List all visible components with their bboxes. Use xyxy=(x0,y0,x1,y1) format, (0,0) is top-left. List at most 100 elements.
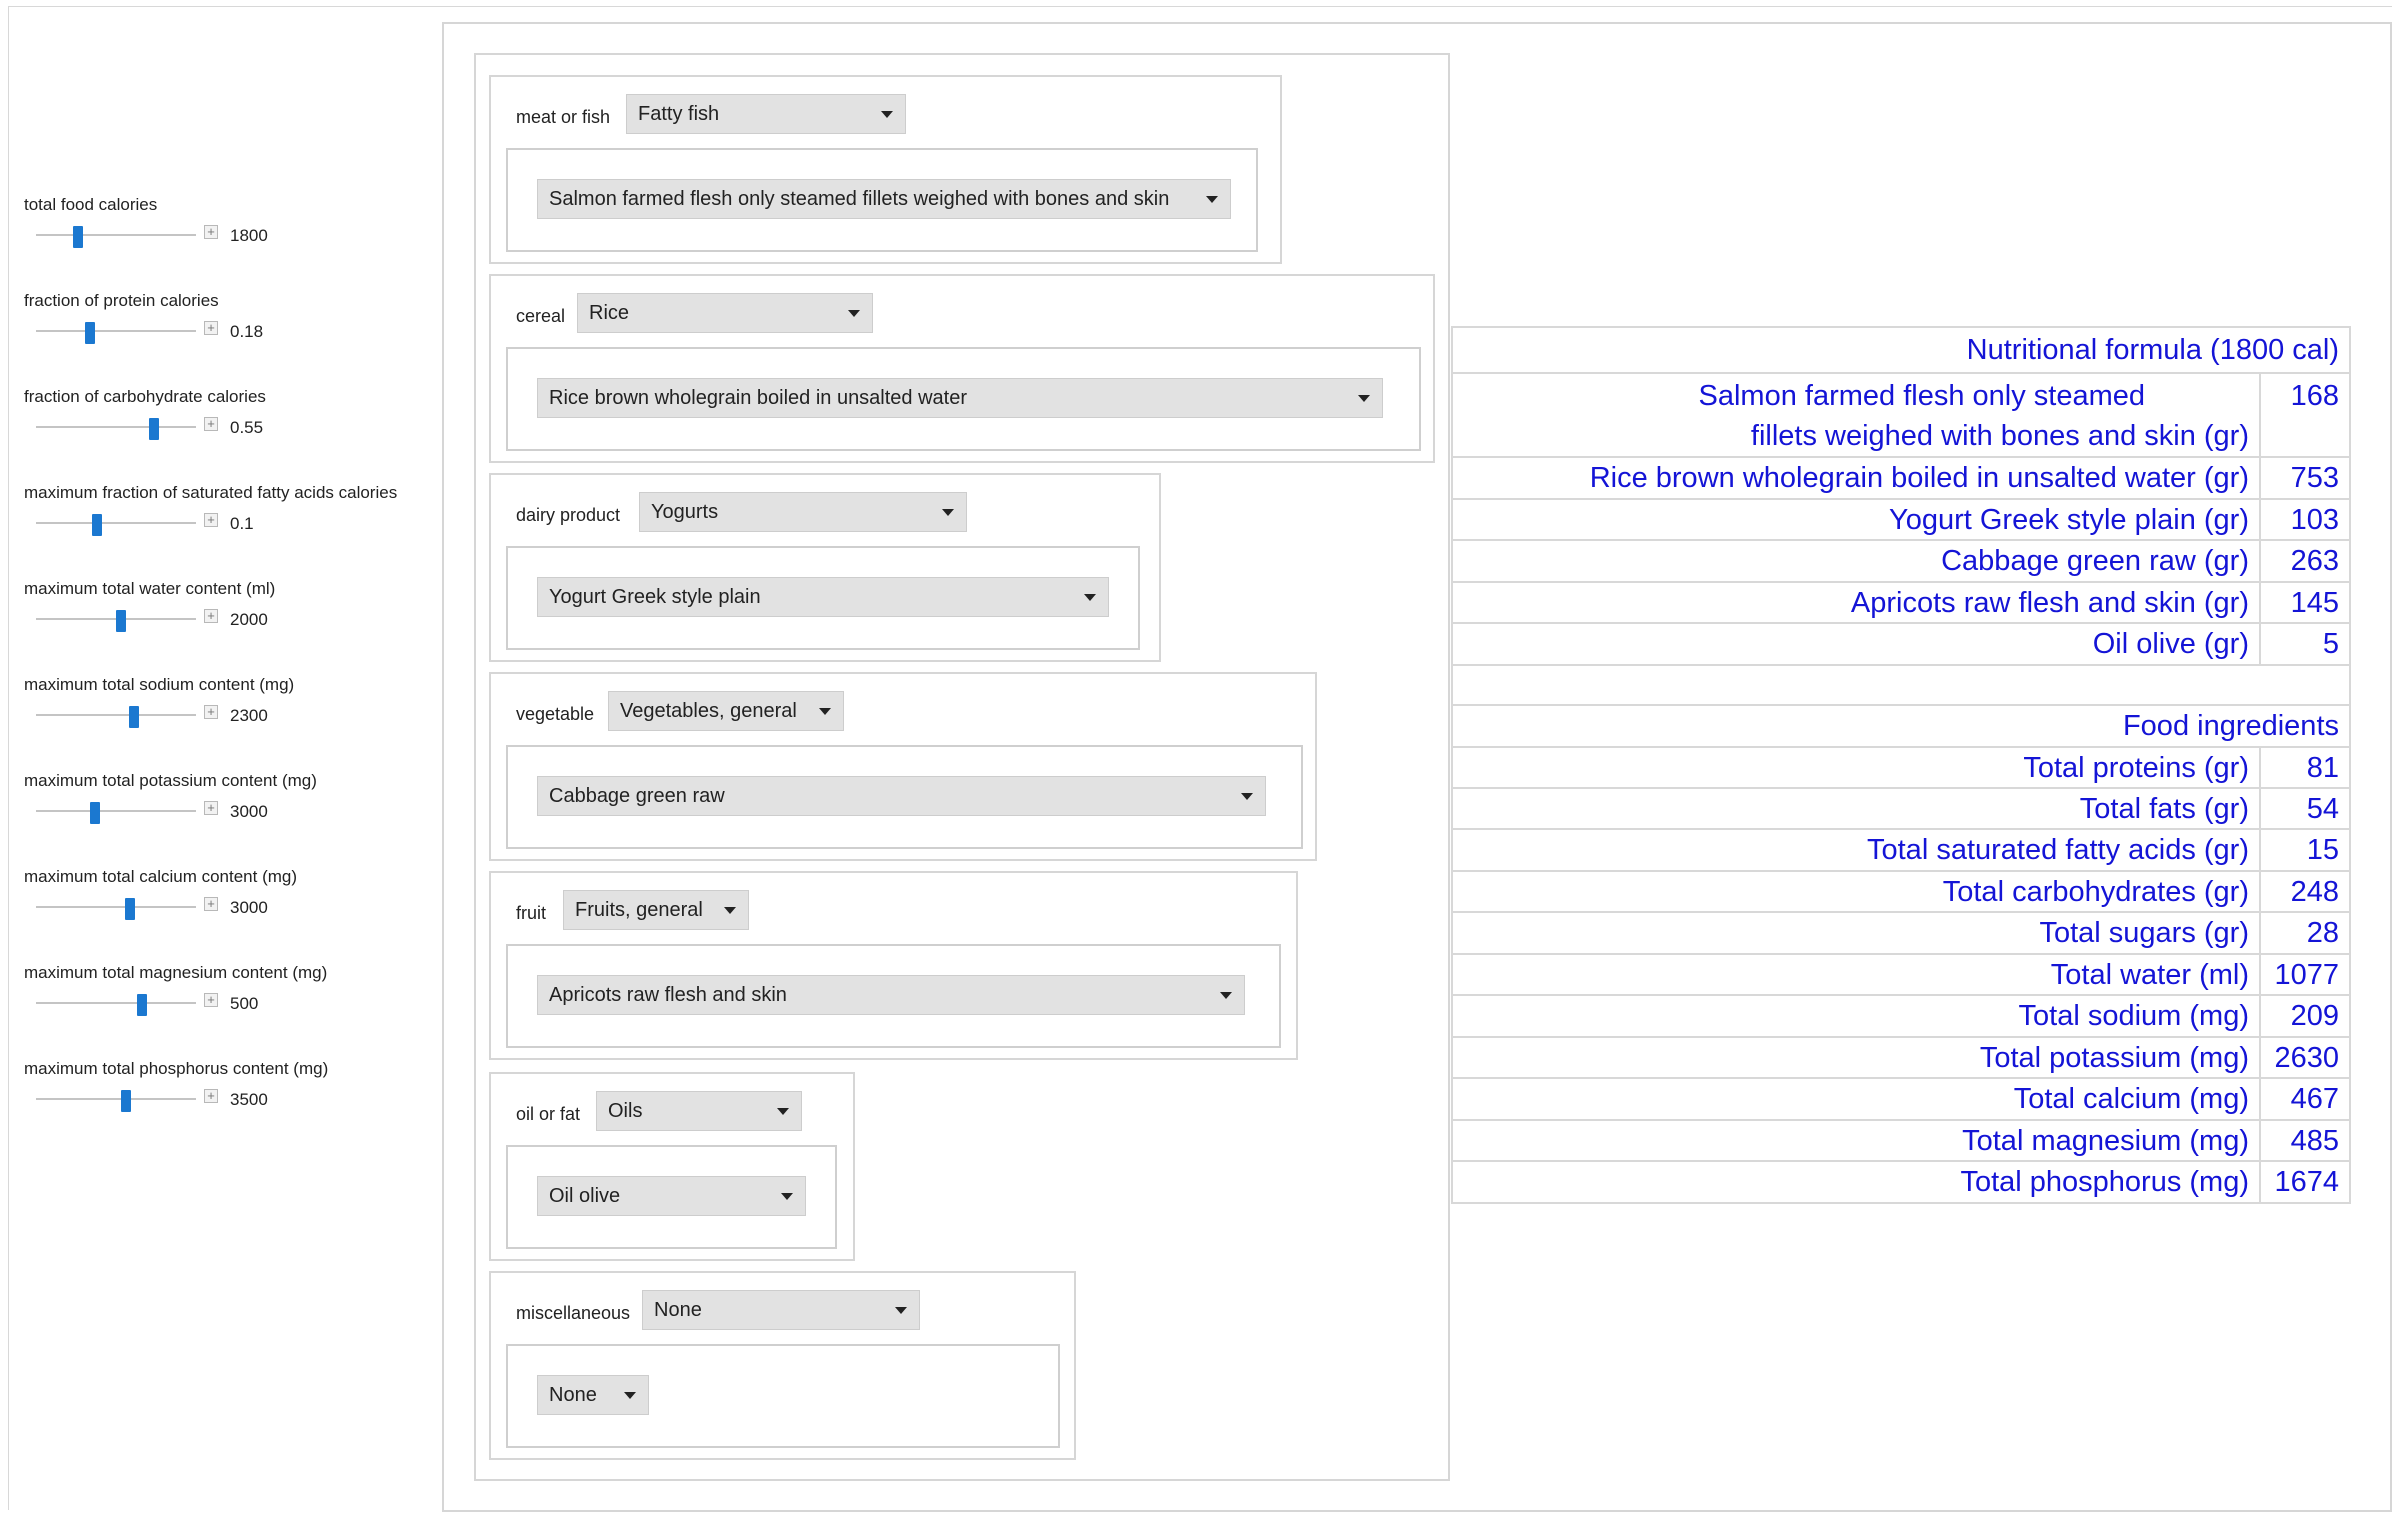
slider-thumb[interactable] xyxy=(90,802,101,824)
slider-value: 2300 xyxy=(230,706,268,725)
expand-plus-button[interactable]: + xyxy=(204,705,218,719)
dropdown-value: None xyxy=(654,1299,702,1321)
group-dropdown[interactable]: None xyxy=(642,1290,920,1330)
slider-control[interactable] xyxy=(36,514,196,536)
row-name: Total water (ml) xyxy=(2050,959,2249,991)
dropdown-value: Salmon farmed flesh only steamed fillets… xyxy=(549,188,1170,210)
slider-track xyxy=(36,1002,196,1004)
slider-thumb[interactable] xyxy=(115,610,126,632)
item-selector-box: Oil olive xyxy=(506,1145,837,1249)
row-name: Total proteins (gr) xyxy=(2023,752,2249,784)
expand-plus-button[interactable]: + xyxy=(204,1089,218,1103)
slider-control[interactable] xyxy=(36,898,196,920)
formula-title: Nutritional formula (1800 cal) xyxy=(1453,328,2349,374)
row-value: 753 xyxy=(2290,462,2339,494)
slider-control[interactable] xyxy=(36,418,196,440)
item-dropdown[interactable]: Yogurt Greek style plain xyxy=(537,577,1109,617)
expand-plus-button[interactable]: + xyxy=(204,321,218,335)
table-row: Total carbohydrates (gr) 248 xyxy=(1453,872,2349,913)
row-value: 15 xyxy=(2306,834,2339,866)
dropdown-value: Rice brown wholegrain boiled in unsalted… xyxy=(549,387,968,409)
slider-control[interactable] xyxy=(36,706,196,728)
column-divider xyxy=(2259,1121,2261,1160)
slider-value: 0.55 xyxy=(230,418,264,437)
category-label: miscellaneous xyxy=(516,1303,631,1323)
item-dropdown[interactable]: Oil olive xyxy=(537,1176,806,1216)
group-dropdown[interactable]: Rice xyxy=(577,293,873,333)
dropdown-value: Apricots raw flesh and skin xyxy=(549,984,787,1006)
row-value: 263 xyxy=(2290,545,2339,577)
item-dropdown[interactable]: None xyxy=(537,1375,649,1415)
group-dropdown[interactable]: Oils xyxy=(596,1091,802,1131)
slider-value: 500 xyxy=(230,994,259,1013)
category-label: cereal xyxy=(516,306,566,326)
expand-plus-button[interactable]: + xyxy=(204,417,218,431)
table-row: Total calcium (mg) 467 xyxy=(1453,1079,2349,1121)
slider-thumb[interactable] xyxy=(85,322,96,344)
group-dropdown[interactable]: Vegetables, general xyxy=(608,691,844,731)
slider-thumb[interactable] xyxy=(120,1090,131,1112)
dropdown-value: Fatty fish xyxy=(638,103,720,125)
item-dropdown[interactable]: Rice brown wholegrain boiled in unsalted… xyxy=(537,378,1383,418)
slider-control[interactable] xyxy=(36,994,196,1016)
slider-track xyxy=(36,810,196,812)
slider-label: maximum total magnesium content (mg) xyxy=(24,963,328,982)
item-selector-box: Yogurt Greek style plain xyxy=(506,546,1140,650)
column-divider xyxy=(2259,1079,2261,1119)
slider-value: 1800 xyxy=(230,226,268,245)
slider-control[interactable] xyxy=(36,226,196,248)
expand-plus-button[interactable]: + xyxy=(204,609,218,623)
chevron-down-icon xyxy=(1206,196,1218,203)
slider-thumb[interactable] xyxy=(136,994,147,1016)
column-divider xyxy=(2259,1162,2261,1202)
slider-value: 0.18 xyxy=(230,322,264,341)
row-name: Yogurt Greek style plain (gr) xyxy=(1889,504,2249,536)
row-value: 54 xyxy=(2306,793,2339,825)
chevron-down-icon xyxy=(781,1193,793,1200)
slider-thumb[interactable] xyxy=(91,514,102,536)
item-selector-box: Salmon farmed flesh only steamed fillets… xyxy=(506,148,1258,252)
table-row: Apricots raw flesh and skin (gr) 145 xyxy=(1453,583,2349,624)
row-value: 145 xyxy=(2290,587,2339,619)
expand-plus-button[interactable]: + xyxy=(204,513,218,527)
slider-control[interactable] xyxy=(36,610,196,632)
slider-value: 3500 xyxy=(230,1090,268,1109)
row-value: 485 xyxy=(2290,1125,2339,1157)
row-value: 5 xyxy=(2322,628,2339,660)
item-dropdown[interactable]: Apricots raw flesh and skin xyxy=(537,975,1245,1015)
slider-control[interactable] xyxy=(36,1090,196,1112)
slider-label: fraction of carbohydrate calories xyxy=(24,387,266,406)
expand-plus-button[interactable]: + xyxy=(204,225,218,239)
slider-control[interactable] xyxy=(36,322,196,344)
slider-thumb[interactable] xyxy=(128,706,139,728)
row-name: Cabbage green raw (gr) xyxy=(1941,545,2249,577)
slider-thumb[interactable] xyxy=(125,898,136,920)
expand-plus-button[interactable]: + xyxy=(204,897,218,911)
item-dropdown[interactable]: Cabbage green raw xyxy=(537,776,1266,816)
slider-thumb[interactable] xyxy=(149,418,160,440)
item-dropdown[interactable]: Salmon farmed flesh only steamed fillets… xyxy=(537,179,1231,219)
row-name: Salmon farmed flesh only steamed fillets… xyxy=(1453,376,2259,456)
dropdown-value: Oil olive xyxy=(549,1185,621,1207)
table-row: Total water (ml) 1077 xyxy=(1453,955,2349,996)
category-oil-or-fat: oil or fat Oils Oil olive xyxy=(489,1072,855,1261)
group-dropdown[interactable]: Yogurts xyxy=(639,492,967,532)
spacer-row xyxy=(1453,666,2349,706)
dropdown-value: Yogurts xyxy=(651,501,719,523)
slider-value: 0.1 xyxy=(230,514,254,533)
column-divider xyxy=(2259,955,2261,994)
category-miscellaneous: miscellaneous None None xyxy=(489,1271,1076,1460)
row-value: 2630 xyxy=(2274,1042,2339,1074)
row-name: Total carbohydrates (gr) xyxy=(1942,876,2249,908)
chevron-down-icon xyxy=(1220,992,1232,999)
expand-plus-button[interactable]: + xyxy=(204,801,218,815)
slider-thumb[interactable] xyxy=(72,226,83,248)
group-dropdown[interactable]: Fruits, general xyxy=(563,890,749,930)
group-dropdown[interactable]: Fatty fish xyxy=(626,94,906,134)
column-divider xyxy=(2259,748,2261,787)
column-divider xyxy=(2259,872,2261,911)
slider-control[interactable] xyxy=(36,802,196,824)
column-divider xyxy=(2259,374,2261,456)
expand-plus-button[interactable]: + xyxy=(204,993,218,1007)
table-row: Total phosphorus (mg) 1674 xyxy=(1453,1162,2349,1204)
